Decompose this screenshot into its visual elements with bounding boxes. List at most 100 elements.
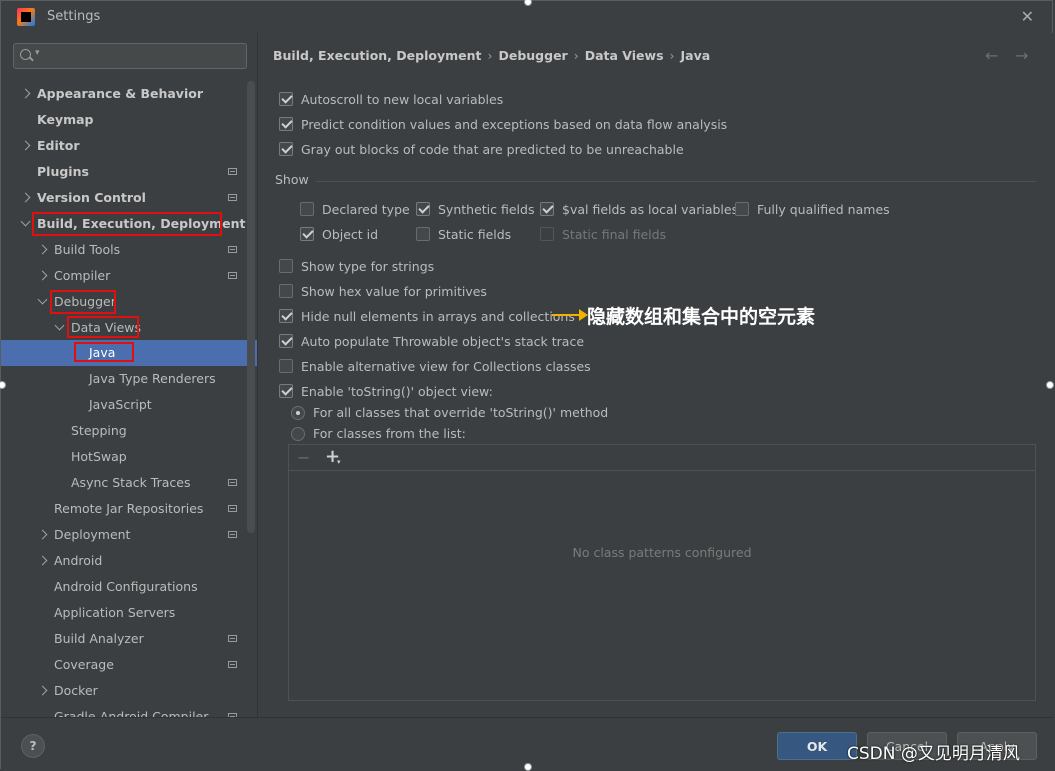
option-label: Synthetic fields [438,202,535,217]
sidebar-item-label: Compiler [54,268,111,283]
checkbox[interactable] [416,202,430,216]
annotation-arrow [552,309,588,321]
sidebar-item-async-stack-traces[interactable]: Async Stack Traces [1,470,257,496]
checkbox[interactable] [735,202,749,216]
breadcrumb-separator: › [669,48,675,63]
checkbox[interactable] [300,227,314,241]
chevron-right-icon [38,522,48,548]
sidebar-item-label: HotSwap [71,449,127,464]
project-settings-icon [228,479,237,486]
sidebar-item-label: Appearance & Behavior [37,86,203,101]
option-label: Show type for strings [301,259,435,274]
sidebar-item-keymap[interactable]: Keymap [1,107,257,133]
option-label: $val fields as local variables [562,202,739,217]
sidebar-item-compiler[interactable]: Compiler [1,263,257,289]
sidebar-item-label: Version Control [37,190,146,205]
checkbox[interactable] [300,202,314,216]
option-label: Autoscroll to new local variables [301,92,504,107]
sidebar-item-deployment[interactable]: Deployment [1,522,257,548]
radio-label: For classes from the list: [313,426,466,441]
section-divider [316,181,1036,182]
sidebar-item-gradle-android-compiler[interactable]: Gradle-Android Compiler [1,704,257,717]
sidebar-item-label: Java Type Renderers [89,371,216,386]
ok-button[interactable]: OK [777,732,857,760]
checkbox[interactable] [279,284,293,298]
forward-arrow-icon[interactable]: → [1015,46,1028,65]
project-settings-icon [228,635,237,642]
watermark: CSDN @又见明月清风 [847,744,1020,764]
sidebar-item-android-configurations[interactable]: Android Configurations [1,574,257,600]
resize-handle [1046,381,1054,389]
annotation-text: 隐藏数组和集合中的空元素 [587,306,816,328]
chevron-down-icon [21,211,31,237]
sidebar-item-data-views[interactable]: Data Views [1,315,257,341]
chevron-right-icon [38,237,48,263]
project-settings-icon [228,246,237,253]
chevron-down-icon: ▾ [337,458,341,466]
sidebar-item-remote-jar-repositories[interactable]: Remote Jar Repositories [1,496,257,522]
radio-button[interactable] [291,427,305,441]
option-label: Static final fields [562,227,667,242]
sidebar-item-coverage[interactable]: Coverage [1,652,257,678]
sidebar-item-java-type-renderers[interactable]: Java Type Renderers [1,366,257,392]
project-settings-icon [228,272,237,279]
checkbox[interactable] [540,202,554,216]
sidebar-item-debugger[interactable]: Debugger [1,289,257,315]
sidebar-item-label: Deployment [54,527,131,542]
help-button[interactable]: ? [21,734,45,758]
sidebar-item-label: Async Stack Traces [71,475,191,490]
sidebar-item-plugins[interactable]: Plugins [1,159,257,185]
breadcrumb-separator: › [573,48,579,63]
sidebar-scrollbar[interactable] [247,81,255,533]
sidebar-item-label: Gradle-Android Compiler [54,709,209,717]
checkbox[interactable] [279,92,293,106]
radio-button[interactable] [291,406,305,420]
sidebar-item-appearance-behavior[interactable]: Appearance & Behavior [1,81,257,107]
checkbox[interactable] [279,384,293,398]
checkbox[interactable] [279,117,293,131]
checkbox[interactable] [279,142,293,156]
project-settings-icon [228,661,237,668]
sidebar-item-android[interactable]: Android [1,548,257,574]
chevron-down-icon [38,289,48,315]
project-settings-icon [228,531,237,538]
sidebar-item-label: JavaScript [89,397,152,412]
sidebar-item-build-tools[interactable]: Build Tools [1,237,257,263]
sidebar-item-label: Application Servers [54,605,176,620]
sidebar-item-javascript[interactable]: JavaScript [1,392,257,418]
chevron-right-icon [21,133,31,159]
remove-icon[interactable]: − [297,448,310,467]
checkbox[interactable] [416,227,430,241]
option-label: Declared type [322,202,410,217]
sidebar-item-label: Editor [37,138,80,153]
class-patterns-list[interactable]: − + ▾ No class patterns configured [288,444,1036,701]
breadcrumb-separator: › [487,48,493,63]
sidebar-item-java[interactable]: Java [1,340,257,366]
search-icon [20,49,31,60]
sidebar-item-editor[interactable]: Editor [1,133,257,159]
checkbox[interactable] [279,359,293,373]
back-arrow-icon[interactable]: ← [985,46,998,65]
sidebar-item-application-servers[interactable]: Application Servers [1,600,257,626]
sidebar-item-build-analyzer[interactable]: Build Analyzer [1,626,257,652]
sidebar-item-hotswap[interactable]: HotSwap [1,444,257,470]
project-settings-icon [228,168,237,175]
close-icon[interactable]: ✕ [1021,7,1034,26]
project-settings-icon [228,505,237,512]
option-label: Enable alternative view for Collections … [301,359,591,374]
sidebar-item-build-execution-deployment[interactable]: Build, Execution, Deployment [1,211,257,237]
checkbox[interactable] [279,309,293,323]
show-section-title: Show [275,172,309,187]
sidebar-item-version-control[interactable]: Version Control [1,185,257,211]
sidebar-item-stepping[interactable]: Stepping [1,418,257,444]
checkbox[interactable] [279,259,293,273]
resize-handle [524,763,532,771]
chevron-right-icon [21,185,31,211]
breadcrumb-item: Debugger [498,48,568,63]
checkbox[interactable] [279,334,293,348]
chevron-down-icon: ▾ [35,48,40,58]
sidebar-item-docker[interactable]: Docker [1,678,257,704]
sidebar-item-label: Java [89,345,116,360]
search-input[interactable]: ▾ [13,43,247,69]
sidebar-item-label: Remote Jar Repositories [54,501,204,516]
